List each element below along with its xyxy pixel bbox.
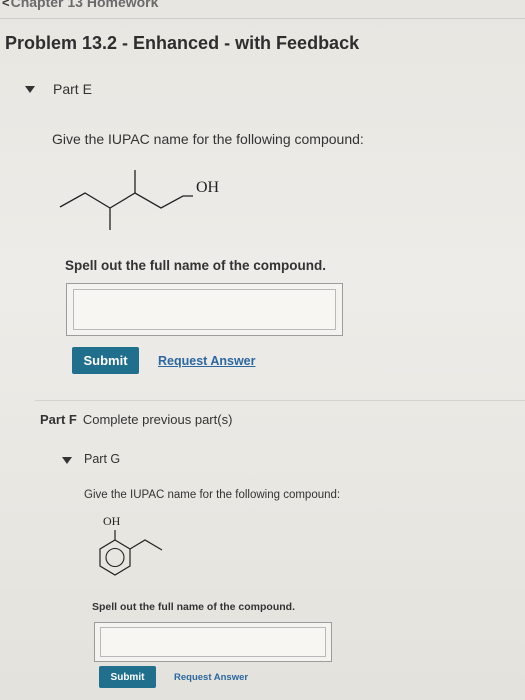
part-g-structure: OH xyxy=(99,514,163,576)
header-divider xyxy=(0,18,525,19)
part-g-answer-field[interactable] xyxy=(94,622,332,662)
part-f-status: Complete previous part(s) xyxy=(82,412,233,427)
part-g-label[interactable]: Part G xyxy=(84,452,120,466)
part-e-answer-field[interactable] xyxy=(66,283,343,336)
breadcrumb-course[interactable]: Chapter 13 Homework xyxy=(11,0,159,10)
hydroxyl-label: OH xyxy=(103,514,121,528)
part-e-prompt: Give the IUPAC name for the following co… xyxy=(52,131,364,147)
part-g-submit-button[interactable]: Submit xyxy=(99,666,156,688)
collapse-caret-icon[interactable] xyxy=(25,86,35,93)
part-e-answer-input[interactable] xyxy=(73,289,336,330)
part-g-request-answer-link[interactable]: Request Answer xyxy=(174,672,248,683)
part-e-structure: OH xyxy=(59,170,220,230)
problem-title: Problem 13.2 - Enhanced - with Feedback xyxy=(5,33,360,53)
homework-page: <Chapter 13 Homework Problem 13.2 - Enha… xyxy=(0,0,525,700)
part-e-instruction: Spell out the full name of the compound. xyxy=(65,258,326,273)
collapse-caret-icon[interactable] xyxy=(62,457,72,464)
chevron-left-icon[interactable]: < xyxy=(2,0,10,10)
part-f-row: Part F Complete previous part(s) xyxy=(40,412,232,427)
part-e-label[interactable]: Part E xyxy=(53,81,92,97)
part-g-prompt: Give the IUPAC name for the following co… xyxy=(84,489,341,501)
part-divider xyxy=(35,400,525,401)
part-e-submit-button[interactable]: Submit xyxy=(72,347,139,374)
part-f-label: Part F xyxy=(40,412,77,427)
part-e-request-answer-link[interactable]: Request Answer xyxy=(158,354,255,368)
hydroxyl-label: OH xyxy=(196,179,220,196)
breadcrumb[interactable]: <Chapter 13 Homework xyxy=(2,0,158,10)
part-g-instruction: Spell out the full name of the compound. xyxy=(92,601,295,613)
part-g-answer-input[interactable] xyxy=(100,627,326,657)
